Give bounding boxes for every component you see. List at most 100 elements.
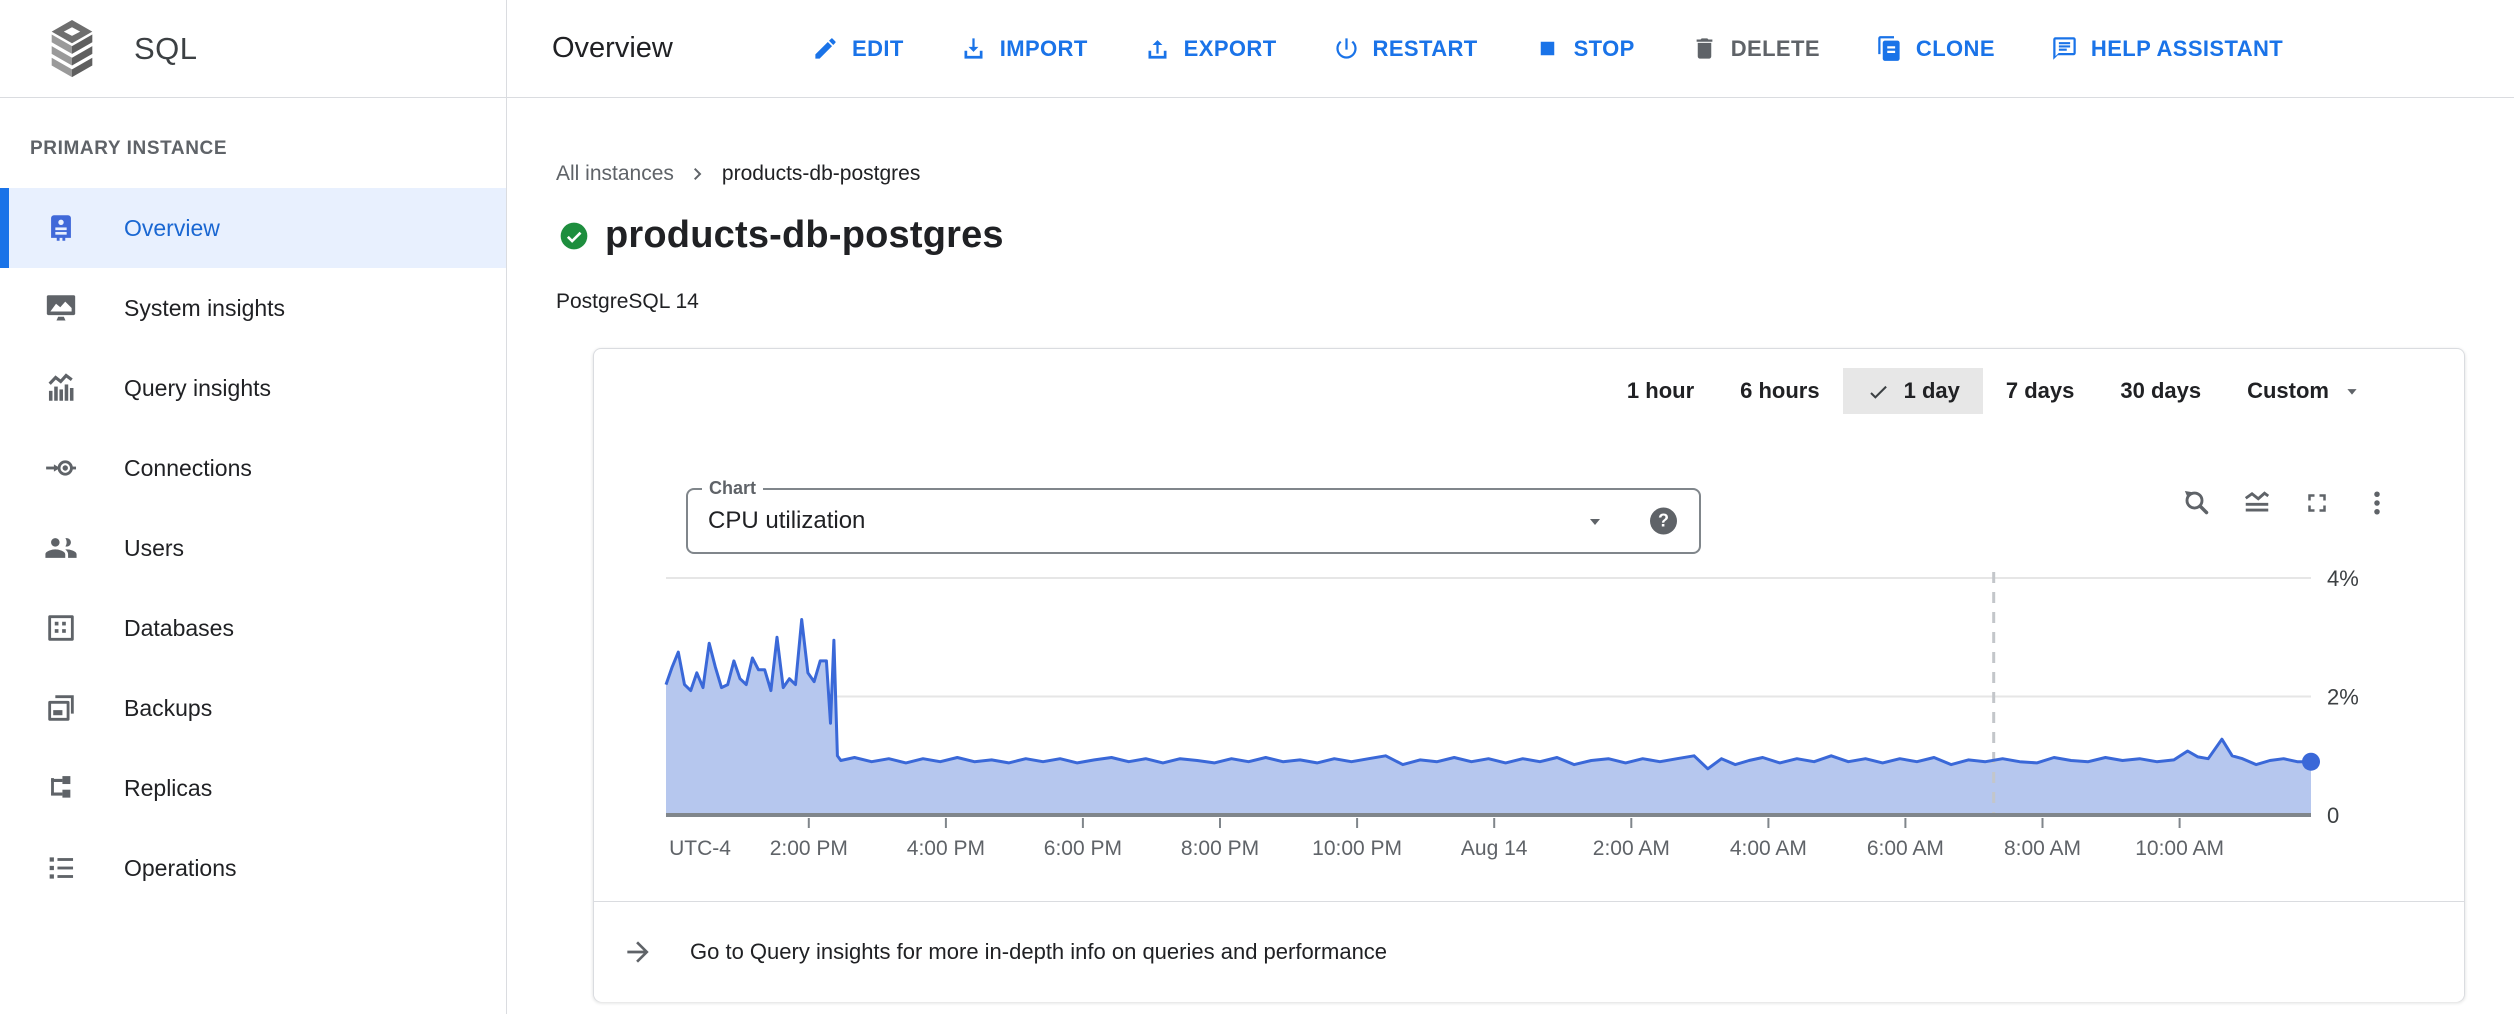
sidebar-item-operations[interactable]: Operations (0, 828, 506, 908)
sidebar-item-overview[interactable]: Overview (0, 188, 506, 268)
replicas-icon (44, 771, 78, 805)
chart-metric-select[interactable]: Chart CPU utilization ? (686, 488, 1701, 554)
sidebar-item-system-insights[interactable]: System insights (0, 268, 506, 348)
metrics-card: 1 hour 6 hours 1 day 7 days 30 days Cust… (593, 348, 2465, 1002)
cpu-area-fill (666, 620, 2311, 816)
instance-title-row: products-db-postgres (558, 214, 1004, 257)
brand: SQL (40, 0, 198, 97)
import-button[interactable]: IMPORT (960, 35, 1088, 62)
time-range-custom-label: Custom (2247, 378, 2329, 404)
sidebar-item-query-insights[interactable]: Query insights (0, 348, 506, 428)
export-button-label: EXPORT (1184, 36, 1277, 62)
clone-button-label: CLONE (1916, 36, 1995, 62)
sidebar-item-connections[interactable]: Connections (0, 428, 506, 508)
breadcrumb: All instances products-db-postgres (556, 162, 920, 186)
edit-button[interactable]: EDIT (812, 35, 904, 62)
cpu-line (666, 620, 2311, 769)
help-assistant-button-label: HELP ASSISTANT (2091, 36, 2283, 62)
stop-square-icon (1534, 35, 1561, 62)
x-axis-label: 2:00 PM (770, 837, 848, 860)
restart-button-label: RESTART (1373, 36, 1478, 62)
latest-point-dot (2302, 753, 2320, 771)
stop-button-label: STOP (1574, 36, 1635, 62)
cloud-sql-console: SQL Overview EDIT IMPORT EXPORT RESTART … (0, 0, 2514, 1014)
sidebar-item-label: Connections (124, 455, 252, 482)
instance-name: products-db-postgres (605, 214, 1004, 257)
backups-icon (44, 691, 78, 725)
time-range-6-hours[interactable]: 6 hours (1717, 368, 1842, 414)
x-axis-label: 10:00 AM (2135, 837, 2224, 860)
breadcrumb-all-instances[interactable]: All instances (556, 162, 674, 186)
delete-button[interactable]: DELETE (1691, 35, 1820, 62)
sidebar-item-label: System insights (124, 295, 285, 322)
page-title: Overview (552, 0, 673, 97)
product-name: SQL (134, 31, 198, 67)
query-insights-link-text: Go to Query insights for more in-depth i… (690, 939, 1387, 965)
metric-help-icon[interactable]: ? (1650, 508, 1677, 535)
import-button-label: IMPORT (1000, 36, 1088, 62)
delete-button-label: DELETE (1731, 36, 1820, 62)
arrow-right-icon (622, 936, 654, 968)
instance-engine: PostgreSQL 14 (556, 290, 699, 314)
sidebar-item-label: Operations (124, 855, 237, 882)
header-divider (0, 97, 2514, 98)
time-range-7-days[interactable]: 7 days (1983, 368, 2098, 414)
time-range-custom[interactable]: Custom (2224, 368, 2386, 414)
check-icon (1866, 379, 1891, 404)
delete-trash-icon (1691, 35, 1718, 62)
time-range-1-day-label: 1 day (1904, 378, 1960, 404)
cloud-sql-logo-icon (40, 19, 104, 79)
time-range-1-day[interactable]: 1 day (1843, 368, 1983, 414)
y-axis-label: 4% (2327, 566, 2359, 591)
time-range-30-days[interactable]: 30 days (2097, 368, 2224, 414)
help-assistant-icon (2051, 35, 2078, 62)
caret-down-icon (2341, 380, 2363, 402)
query-insights-link[interactable]: Go to Query insights for more in-depth i… (594, 901, 2464, 1002)
time-range-1-hour[interactable]: 1 hour (1604, 368, 1717, 414)
system-insights-icon (44, 291, 78, 325)
chart-toolbar (2176, 482, 2398, 524)
area-chart-icon[interactable] (2236, 482, 2278, 524)
chart-select-label: Chart (702, 478, 763, 499)
users-icon (44, 531, 78, 565)
zoom-reset-icon[interactable] (2176, 482, 2218, 524)
check-circle-icon (558, 220, 590, 252)
restart-power-icon (1333, 35, 1360, 62)
overview-instance-icon (44, 211, 78, 245)
x-axis-label: Aug 14 (1461, 837, 1528, 860)
x-axis-label: 4:00 PM (907, 837, 985, 860)
sidebar-item-backups[interactable]: Backups (0, 668, 506, 748)
query-insights-icon (44, 371, 78, 405)
cpu-utilization-chart[interactable]: 4% 2% 0 UTC-4 2:00 PM 4:00 PM 6:00 PM 8:00 PM 10… (641, 556, 2401, 886)
databases-icon (44, 611, 78, 645)
sidebar-item-label: Overview (124, 215, 220, 242)
help-assistant-button[interactable]: HELP ASSISTANT (2051, 35, 2283, 62)
fullscreen-icon[interactable] (2296, 482, 2338, 524)
more-options-icon[interactable] (2356, 482, 2398, 524)
caret-down-icon (1583, 509, 1607, 533)
y-axis-label: 0 (2327, 803, 2339, 828)
x-axis-label: UTC-4 (669, 837, 731, 860)
x-axis-label: 8:00 PM (1181, 837, 1259, 860)
y-axis-label: 2% (2327, 685, 2359, 710)
clone-button[interactable]: CLONE (1876, 35, 1995, 62)
chart-select-value: CPU utilization (708, 507, 865, 535)
sidebar-item-databases[interactable]: Databases (0, 588, 506, 668)
export-icon (1144, 35, 1171, 62)
connections-icon (44, 451, 78, 485)
restart-button[interactable]: RESTART (1333, 35, 1478, 62)
stop-button[interactable]: STOP (1534, 35, 1635, 62)
x-axis-label: 6:00 PM (1044, 837, 1122, 860)
import-icon (960, 35, 987, 62)
sidebar-item-replicas[interactable]: Replicas (0, 748, 506, 828)
sidebar-item-label: Users (124, 535, 184, 562)
export-button[interactable]: EXPORT (1144, 35, 1277, 62)
breadcrumb-current: products-db-postgres (722, 162, 920, 186)
sidebar-item-label: Databases (124, 615, 234, 642)
x-axis-label: 8:00 AM (2004, 837, 2081, 860)
x-axis-label: 6:00 AM (1867, 837, 1944, 860)
x-axis-label: 2:00 AM (1593, 837, 1670, 860)
sidebar-item-users[interactable]: Users (0, 508, 506, 588)
instance-action-toolbar: EDIT IMPORT EXPORT RESTART STOP DELETE C… (812, 0, 2283, 97)
sidebar-item-label: Replicas (124, 775, 212, 802)
